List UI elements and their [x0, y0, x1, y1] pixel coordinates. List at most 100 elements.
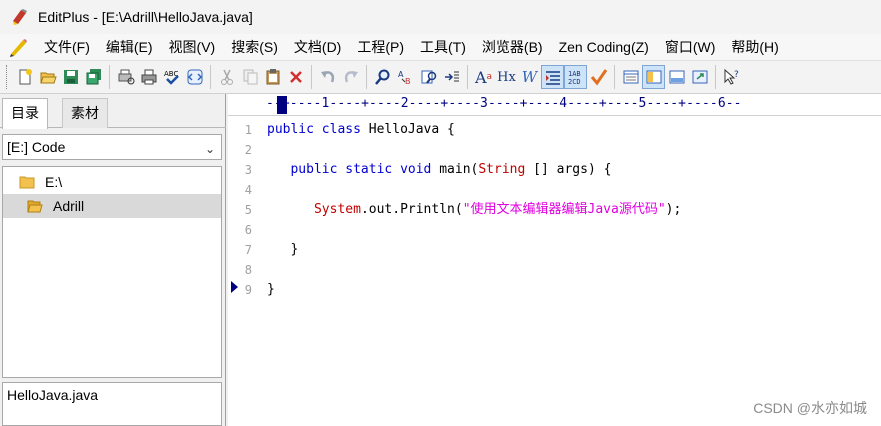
code-line[interactable]: }	[267, 240, 298, 260]
undo-button[interactable]	[316, 65, 339, 89]
menu-window[interactable]: 窗口(W)	[657, 35, 724, 59]
search-icon	[374, 69, 389, 85]
output-window-button[interactable]	[665, 65, 688, 89]
toolbar-separator	[715, 65, 716, 89]
tab-materials[interactable]: 素材	[62, 98, 108, 128]
code-token: String	[478, 162, 526, 177]
new-file-button[interactable]	[13, 65, 36, 89]
code-token: "使用文本编辑器编辑Java源代码"	[462, 202, 666, 217]
code-line[interactable]: public static void main(String [] args) …	[267, 160, 611, 180]
code-token: static	[345, 162, 393, 177]
menu-help[interactable]: 帮助(H)	[723, 35, 786, 59]
code-token: System	[313, 202, 361, 217]
toolbar-separator	[366, 65, 367, 89]
code-token: }	[267, 282, 275, 297]
undo-icon	[320, 71, 334, 83]
code-line[interactable]: System.out.Println("使用文本编辑器编辑Java源代码");	[267, 200, 681, 220]
directory-window-button[interactable]	[642, 65, 665, 89]
menu-search[interactable]: 搜索(S)	[223, 35, 286, 59]
save-button[interactable]	[59, 65, 82, 89]
word-wrap-icon: W	[521, 68, 538, 86]
panel-tabs: 目录 素材	[0, 94, 226, 129]
check-button[interactable]	[587, 65, 610, 89]
cut-button[interactable]	[215, 65, 238, 89]
goto-line-button[interactable]	[440, 65, 463, 89]
new-file-icon	[19, 69, 32, 85]
font-button[interactable]: Aa	[472, 65, 495, 89]
code-line[interactable]: public class HelloJava {	[267, 120, 455, 140]
menu-document[interactable]: 文档(D)	[286, 35, 349, 59]
browser-preview-button[interactable]	[183, 65, 206, 89]
spell-check-button[interactable]: ABC	[160, 65, 183, 89]
svg-text:B: B	[405, 77, 411, 86]
code-token: .out.Println(	[360, 202, 463, 217]
svg-text:A: A	[398, 70, 404, 79]
svg-text:1AB: 1AB	[568, 70, 581, 78]
find-in-files-button[interactable]	[417, 65, 440, 89]
line-number: 4	[244, 183, 252, 197]
line-number: 3	[244, 163, 252, 177]
tree-item-label: Adrill	[53, 198, 85, 214]
word-wrap-button[interactable]: W	[518, 65, 541, 89]
print-preview-button[interactable]	[114, 65, 137, 89]
column-ruler: --+----1----+----2----+----3----+----4--…	[228, 94, 881, 116]
find-button[interactable]	[371, 65, 394, 89]
drive-select[interactable]: [E:] Code ⌄	[2, 134, 222, 160]
menu-view[interactable]: 视图(V)	[161, 35, 224, 59]
save-all-button[interactable]	[82, 65, 105, 89]
redo-button[interactable]	[339, 65, 362, 89]
file-list-item[interactable]: HelloJava.java	[7, 387, 98, 403]
paste-button[interactable]	[261, 65, 284, 89]
tree-item-drive-e[interactable]: E:\	[3, 170, 221, 194]
panel-icon	[623, 70, 638, 84]
replace-button[interactable]: AB	[394, 65, 417, 89]
menu-tools[interactable]: 工具(T)	[412, 35, 474, 59]
open-folder-icon	[27, 200, 43, 213]
menu-edit[interactable]: 编辑(E)	[98, 35, 161, 59]
tab-directory[interactable]: 目录	[2, 98, 48, 129]
line-numbers-button[interactable]: 1AB 2CD	[564, 65, 587, 89]
ruler-scale: --+----1----+----2----+----3----+----4--…	[266, 96, 742, 111]
line-number: 5	[244, 203, 252, 217]
code-editor[interactable]: --+----1----+----2----+----3----+----4--…	[228, 94, 881, 426]
toolbar-separator	[210, 65, 211, 89]
indent-button[interactable]	[541, 65, 564, 89]
line-number: 1	[244, 123, 252, 137]
toolbar-grip[interactable]	[6, 65, 9, 89]
file-list[interactable]: HelloJava.java	[2, 382, 222, 426]
hx-icon: Hx	[497, 69, 516, 85]
print-button[interactable]	[137, 65, 160, 89]
menu-project[interactable]: 工程(P)	[349, 35, 412, 59]
svg-text:2CD: 2CD	[568, 78, 581, 86]
drive-select-value: [E:] Code	[7, 139, 66, 155]
title-bar: EditPlus - [E:\Adrill\HelloJava.java]	[0, 0, 881, 34]
code-token: public	[290, 162, 338, 177]
toggle-panel-button[interactable]	[619, 65, 642, 89]
toolbar-separator	[467, 65, 468, 89]
menu-browser[interactable]: 浏览器(B)	[474, 35, 551, 59]
delete-x-icon	[289, 71, 302, 83]
copy-button[interactable]	[238, 65, 261, 89]
line-number-gutter: 123456789	[228, 116, 258, 426]
open-folder-icon	[39, 72, 57, 84]
code-line[interactable]: }	[267, 280, 275, 300]
save-disk-icon	[63, 70, 78, 84]
help-button[interactable]: ?	[720, 65, 743, 89]
watermark: CSDN @水亦如城	[753, 400, 867, 416]
open-button[interactable]	[36, 65, 59, 89]
folder-tree[interactable]: E:\ Adrill	[2, 166, 222, 378]
code-area[interactable]: public class HelloJava { public static v…	[267, 116, 877, 426]
tree-item-adrill[interactable]: Adrill	[3, 194, 221, 218]
browser-preview-icon	[187, 69, 202, 85]
replace-icon: AB	[398, 70, 411, 86]
hx-button[interactable]: Hx	[495, 65, 518, 89]
code-token: }	[267, 242, 299, 257]
output-window-icon	[669, 70, 684, 84]
full-screen-button[interactable]	[688, 65, 711, 89]
line-numbers-icon: 1AB2CD	[568, 70, 581, 86]
delete-button[interactable]	[284, 65, 307, 89]
menu-zen-coding[interactable]: Zen Coding(Z)	[551, 35, 657, 59]
menu-file[interactable]: 文件(F)	[36, 35, 98, 59]
toolbar-separator	[109, 65, 110, 89]
